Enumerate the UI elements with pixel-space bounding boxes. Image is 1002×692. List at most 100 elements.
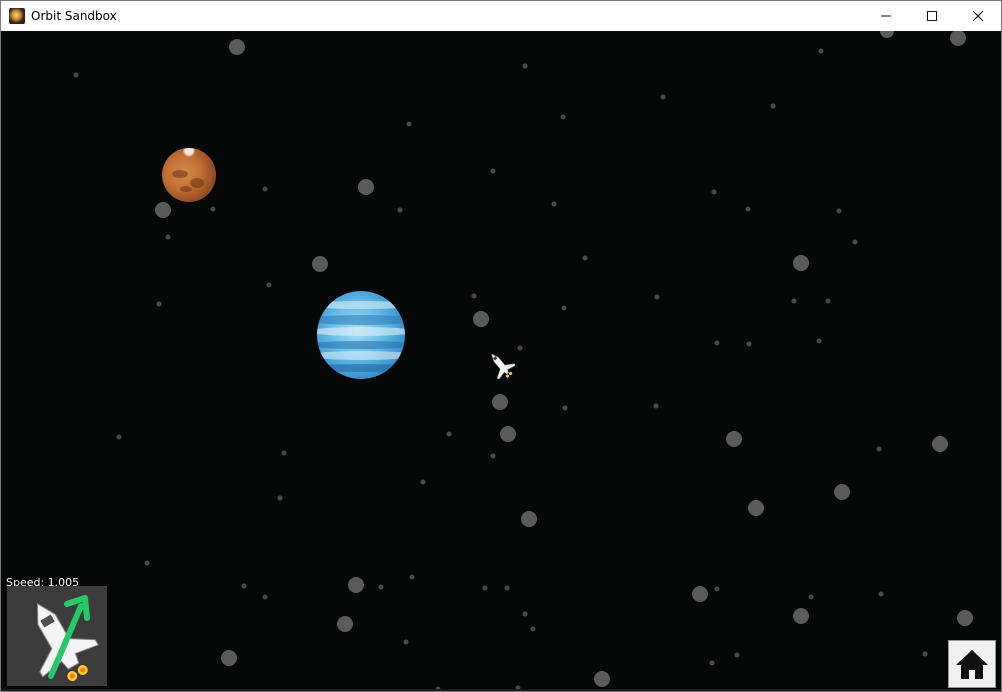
- star: [490, 168, 496, 174]
- star: [818, 48, 824, 54]
- star: [358, 179, 374, 195]
- minimize-icon: [881, 15, 891, 17]
- cloud-band: [317, 327, 405, 336]
- star: [446, 431, 452, 437]
- star: [660, 94, 666, 100]
- star: [714, 586, 720, 592]
- maximize-button[interactable]: [909, 1, 955, 31]
- star: [492, 394, 508, 410]
- star: [73, 72, 79, 78]
- mars-surface-mark: [190, 178, 204, 188]
- star: [262, 186, 268, 192]
- star: [748, 500, 764, 516]
- star: [471, 293, 477, 299]
- star: [726, 431, 742, 447]
- shuttle-boost-icon: [36, 595, 99, 682]
- minimize-button[interactable]: [863, 1, 909, 31]
- star: [709, 660, 715, 666]
- star: [409, 574, 415, 580]
- star: [560, 114, 566, 120]
- star: [746, 341, 752, 347]
- star: [793, 608, 809, 624]
- cloud-band: [317, 315, 405, 325]
- star: [521, 511, 537, 527]
- star: [241, 583, 247, 589]
- cloud-band: [317, 351, 405, 360]
- star: [594, 671, 610, 687]
- star: [770, 103, 776, 109]
- star: [922, 651, 928, 657]
- star: [551, 201, 557, 207]
- mars-planet[interactable]: [162, 148, 216, 202]
- neptune-planet[interactable]: [317, 291, 405, 379]
- star: [490, 453, 496, 459]
- star: [397, 207, 403, 213]
- star: [266, 282, 272, 288]
- star: [277, 495, 283, 501]
- home-icon: [956, 650, 988, 679]
- space-shuttle-icon[interactable]: [485, 349, 515, 379]
- star: [348, 577, 364, 593]
- window-title: Orbit Sandbox: [31, 9, 117, 23]
- star: [221, 650, 237, 666]
- star: [517, 345, 523, 351]
- star: [793, 255, 809, 271]
- star: [745, 206, 751, 212]
- star: [281, 450, 287, 456]
- maximize-icon: [927, 11, 937, 21]
- star: [808, 594, 814, 600]
- star: [562, 405, 568, 411]
- app-window: Orbit Sandbox Speed: 1.005: [0, 0, 1002, 692]
- title-bar[interactable]: Orbit Sandbox: [1, 1, 1001, 31]
- star: [791, 298, 797, 304]
- star: [312, 256, 328, 272]
- star: [406, 121, 412, 127]
- star: [473, 311, 489, 327]
- star: [932, 436, 948, 452]
- star: [852, 239, 858, 245]
- star: [378, 584, 384, 590]
- star: [878, 591, 884, 597]
- status-strip: [1, 689, 1001, 691]
- star: [876, 446, 882, 452]
- mars-surface-mark: [172, 170, 188, 178]
- star: [653, 403, 659, 409]
- star: [500, 426, 516, 442]
- boost-button[interactable]: [7, 586, 107, 686]
- star: [530, 626, 536, 632]
- star: [522, 611, 528, 617]
- app-icon: [9, 8, 25, 24]
- home-button[interactable]: [948, 640, 996, 688]
- star: [692, 586, 708, 602]
- star: [714, 340, 720, 346]
- star: [262, 594, 268, 600]
- mars-surface-mark: [180, 186, 192, 192]
- star: [155, 202, 171, 218]
- star: [210, 206, 216, 212]
- star: [156, 301, 162, 307]
- star: [957, 610, 973, 626]
- star: [836, 208, 842, 214]
- star: [734, 652, 740, 658]
- star: [504, 585, 510, 591]
- star: [825, 298, 831, 304]
- star: [337, 616, 353, 632]
- star: [420, 479, 426, 485]
- star: [144, 560, 150, 566]
- star: [229, 39, 245, 55]
- cloud-band: [317, 301, 405, 309]
- star: [816, 338, 822, 344]
- star: [711, 189, 717, 195]
- star: [522, 63, 528, 69]
- star: [116, 434, 122, 440]
- star: [880, 31, 894, 38]
- star: [654, 294, 660, 300]
- star: [165, 234, 171, 240]
- star: [582, 255, 588, 261]
- close-button[interactable]: [955, 1, 1001, 31]
- cloud-band: [317, 364, 405, 372]
- star: [482, 585, 488, 591]
- star: [403, 639, 409, 645]
- game-canvas[interactable]: Speed: 1.005: [1, 31, 1001, 691]
- cloud-band: [317, 341, 405, 349]
